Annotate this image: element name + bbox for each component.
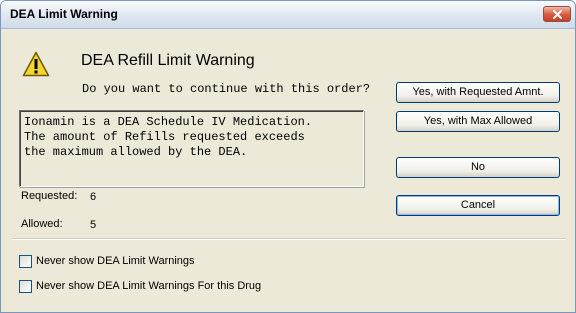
separator <box>12 238 566 240</box>
dialog-window: DEA Limit Warning DEA Refill Limit Warni… <box>0 0 576 313</box>
close-button[interactable] <box>543 6 571 22</box>
message-box: Ionamin is a DEA Schedule IV Medication.… <box>19 110 364 187</box>
requested-value: 6 <box>90 191 97 203</box>
confirm-question: Do you want to continue with this order? <box>82 82 371 96</box>
never-show-drug-warnings-label[interactable]: Never show DEA Limit Warnings For this D… <box>36 280 261 292</box>
message-line: Ionamin is a DEA Schedule IV Medication. <box>24 115 313 129</box>
requested-label: Requested: <box>21 190 78 202</box>
never-show-warnings-label[interactable]: Never show DEA Limit Warnings <box>36 255 195 267</box>
warning-icon <box>22 51 50 77</box>
cancel-button[interactable]: Cancel <box>396 195 560 216</box>
title-bar[interactable]: DEA Limit Warning <box>1 1 575 29</box>
no-button[interactable]: No <box>396 157 560 178</box>
message-line: The amount of Refills requested exceeds <box>24 130 305 144</box>
message-line: the maximum allowed by the DEA. <box>24 145 248 159</box>
never-show-warnings-checkbox[interactable] <box>19 255 32 268</box>
dialog-body: DEA Refill Limit Warning Do you want to … <box>2 29 574 311</box>
close-icon <box>553 10 562 19</box>
allowed-label: Allowed: <box>21 218 63 230</box>
yes-requested-button[interactable]: Yes, with Requested Amnt. <box>396 82 560 103</box>
allowed-value: 5 <box>90 219 97 231</box>
dialog-heading: DEA Refill Limit Warning <box>81 52 255 69</box>
window-title: DEA Limit Warning <box>10 7 118 21</box>
yes-max-allowed-button[interactable]: Yes, with Max Allowed <box>396 111 560 132</box>
never-show-drug-warnings-checkbox[interactable] <box>19 280 32 293</box>
